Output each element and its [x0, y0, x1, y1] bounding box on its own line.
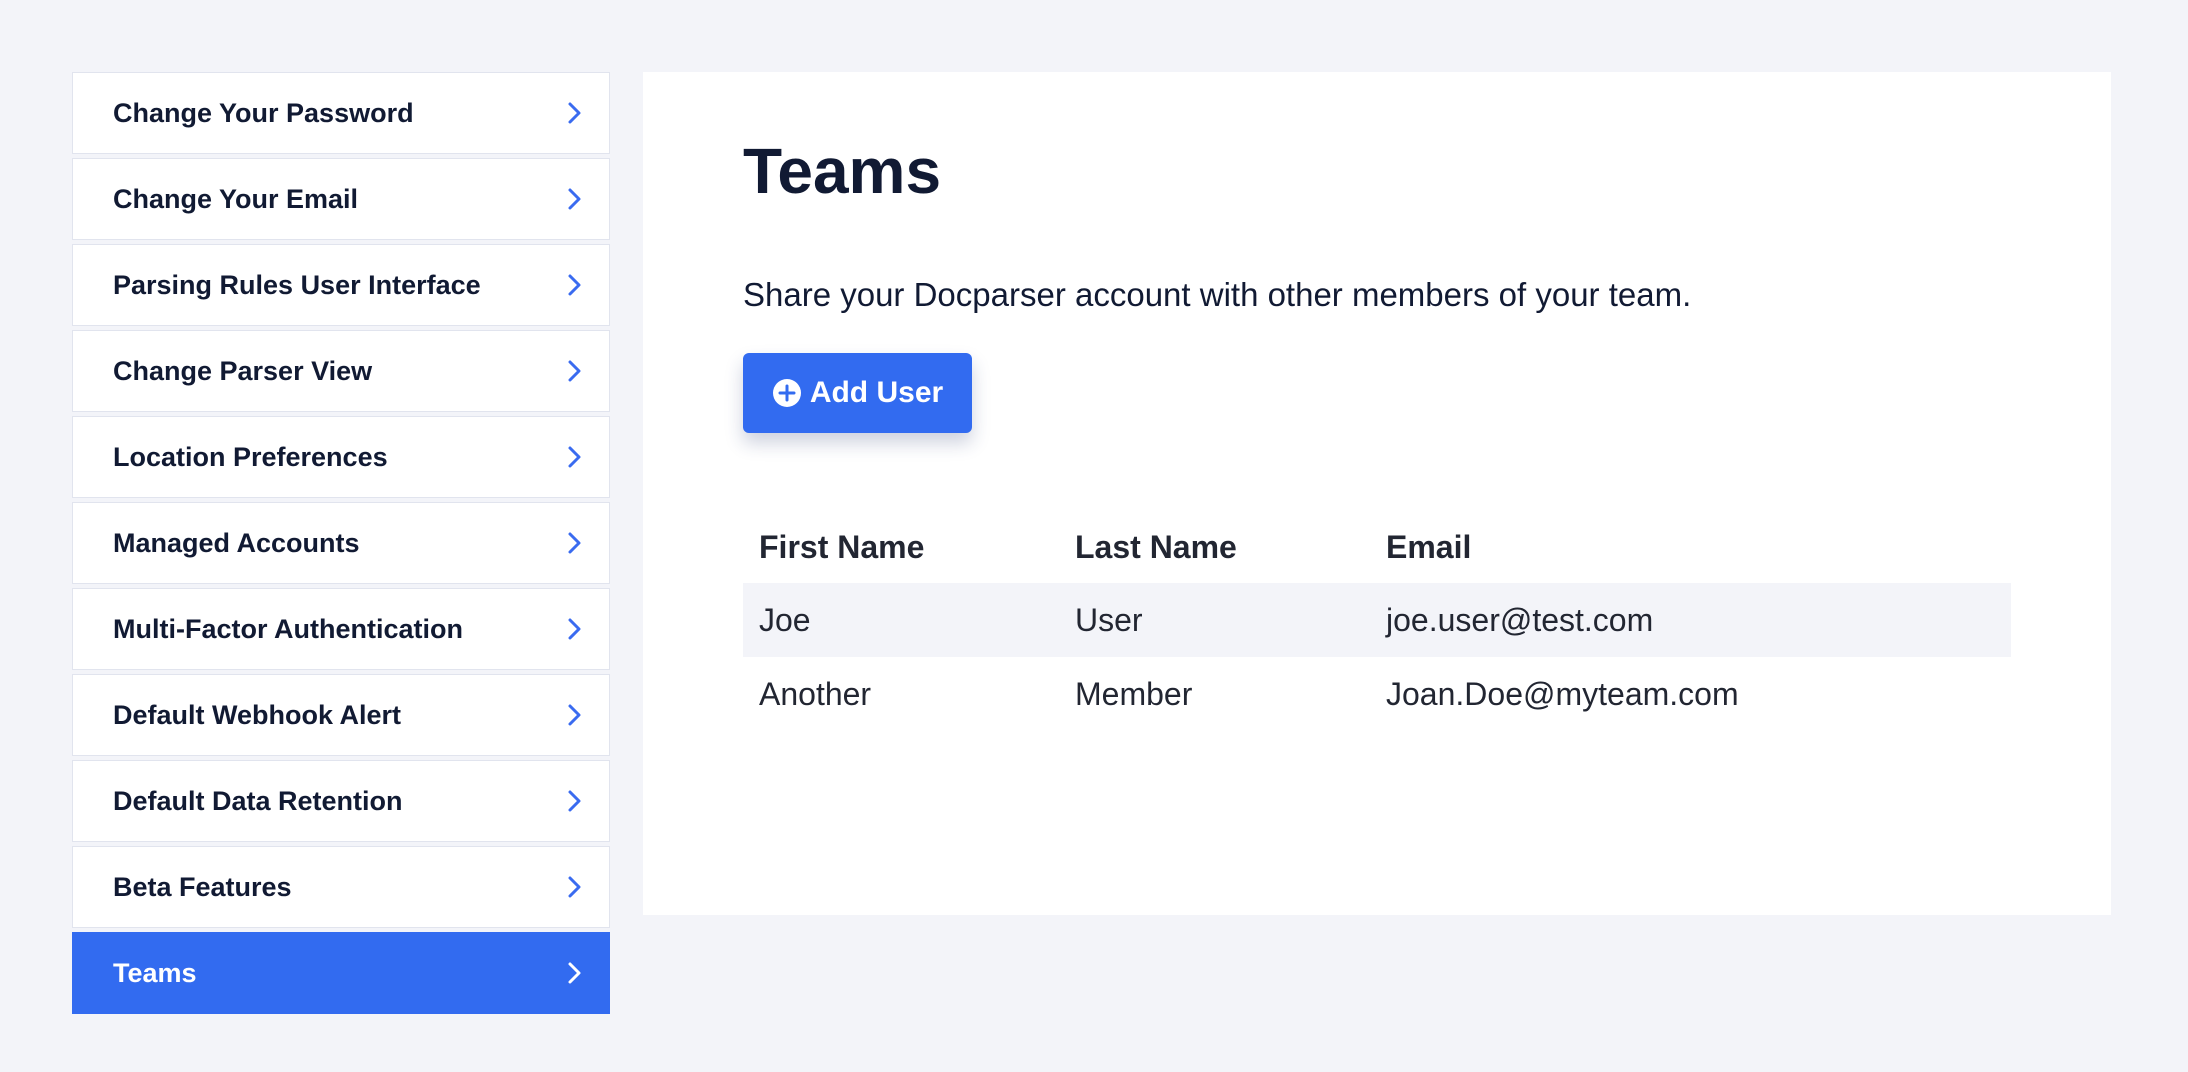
sidebar-item-default-data-retention[interactable]: Default Data Retention [72, 760, 610, 842]
table-row: Joe User joe.user@test.com [743, 583, 2011, 657]
cell-email: Joan.Doe@myteam.com [1386, 675, 1739, 712]
sidebar-item-label: Change Your Password [113, 97, 414, 128]
sidebar-item-multi-factor-auth[interactable]: Multi-Factor Authentication [72, 588, 610, 670]
cell-last-name: User [1059, 583, 1370, 657]
cell-last-name: Member [1075, 675, 1193, 712]
chevron-right-icon [568, 876, 581, 898]
chevron-right-icon [568, 790, 581, 812]
page-description: Share your Docparser account with other … [743, 276, 1692, 313]
team-members-table: First Name Last Name Email Joe User joe.… [743, 511, 2011, 731]
table-header-row: First Name Last Name Email [743, 511, 2011, 583]
plus-circle-icon [772, 379, 801, 407]
sidebar-item-label: Beta Features [113, 871, 292, 902]
sidebar-item-parsing-rules-ui[interactable]: Parsing Rules User Interface [72, 244, 610, 326]
chevron-right-icon [568, 274, 581, 296]
chevron-right-icon [568, 102, 581, 124]
chevron-right-icon [568, 962, 581, 984]
sidebar-item-label: Teams [113, 957, 197, 988]
sidebar-item-default-webhook-alert[interactable]: Default Webhook Alert [72, 674, 610, 756]
sidebar-item-change-email[interactable]: Change Your Email [72, 158, 610, 240]
chevron-right-icon [568, 618, 581, 640]
chevron-right-icon [568, 446, 581, 468]
cell-first-name: Another [759, 675, 872, 712]
chevron-right-icon [568, 360, 581, 382]
chevron-right-icon [568, 704, 581, 726]
teams-panel: Teams Share your Docparser account with … [643, 72, 2111, 915]
add-user-button[interactable]: Add User [743, 353, 972, 433]
sidebar-item-label: Parsing Rules User Interface [113, 269, 481, 300]
sidebar-item-label: Location Preferences [113, 441, 388, 472]
sidebar-item-change-parser-view[interactable]: Change Parser View [72, 330, 610, 412]
sidebar-item-label: Default Webhook Alert [113, 699, 402, 730]
page-title: Teams [743, 135, 942, 207]
column-header-first-name: First Name [759, 528, 925, 565]
sidebar-item-location-preferences[interactable]: Location Preferences [72, 416, 610, 498]
cell-email: joe.user@test.com [1370, 583, 2011, 657]
sidebar-item-managed-accounts[interactable]: Managed Accounts [72, 502, 610, 584]
sidebar-item-change-password[interactable]: Change Your Password [72, 72, 610, 154]
settings-sidebar: Change Your Password Change Your Email P… [72, 72, 610, 1014]
sidebar-item-beta-features[interactable]: Beta Features [72, 846, 610, 928]
sidebar-item-teams[interactable]: Teams [72, 932, 610, 1014]
chevron-right-icon [568, 188, 581, 210]
sidebar-item-label: Change Your Email [113, 183, 359, 214]
table-row: Another Member Joan.Doe@myteam.com [743, 657, 2011, 731]
add-user-label: Add User [809, 376, 944, 409]
chevron-right-icon [568, 532, 581, 554]
sidebar-item-label: Default Data Retention [113, 785, 403, 816]
sidebar-item-label: Change Parser View [113, 355, 373, 386]
sidebar-item-label: Managed Accounts [113, 527, 360, 558]
cell-first-name: Joe [743, 583, 1059, 657]
column-header-last-name: Last Name [1075, 528, 1237, 565]
sidebar-item-label: Multi-Factor Authentication [113, 613, 463, 644]
column-header-email: Email [1386, 528, 1472, 565]
